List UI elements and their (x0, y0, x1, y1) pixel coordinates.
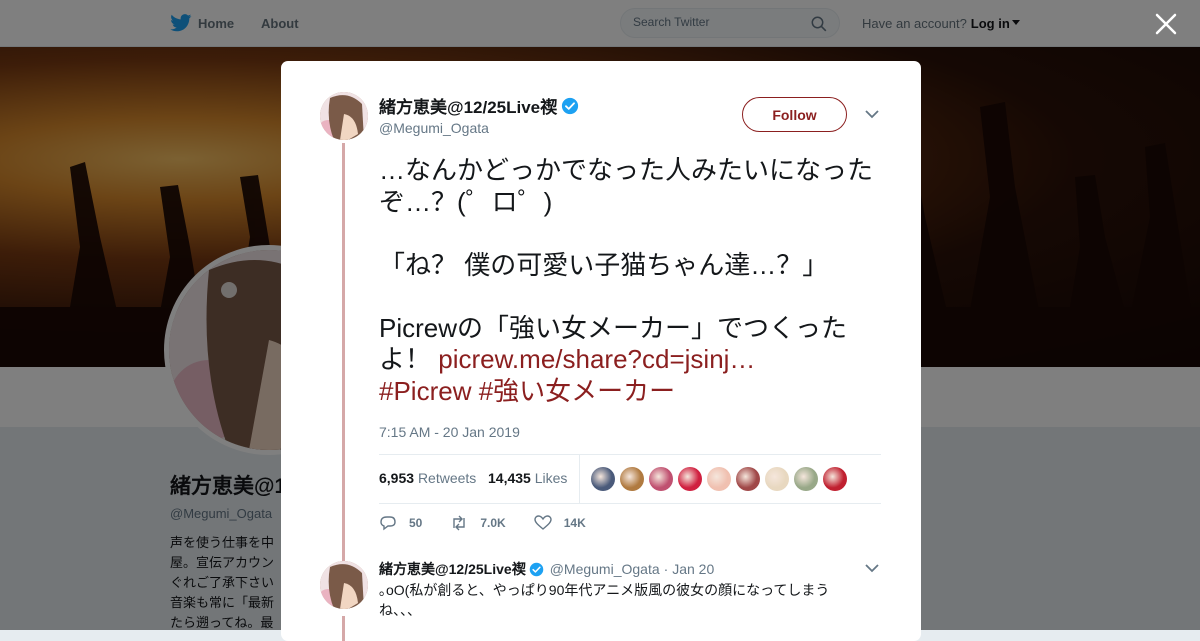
reply-date[interactable]: · Jan 20 (664, 561, 715, 577)
like-count: 14K (563, 516, 586, 530)
retweets-label: Retweets (417, 470, 477, 486)
chevron-down-icon[interactable] (865, 563, 879, 573)
author-handle[interactable]: @Megumi_Ogata (379, 120, 489, 136)
retweets-stat[interactable]: 6,953 Retweets (379, 470, 476, 486)
likes-count: 14,435 (488, 470, 531, 486)
reply-author-name[interactable]: 緒方恵美@12/25Live禊 (379, 559, 526, 579)
liker-avatar[interactable] (707, 467, 731, 491)
author-avatar[interactable] (320, 92, 368, 140)
tweet-timestamp[interactable]: 7:15 AM - 20 Jan 2019 (379, 424, 520, 440)
retweet-button[interactable]: 7.0K (450, 515, 506, 531)
retweets-count: 6,953 (379, 470, 415, 486)
tweet-actions: 50 7.0K 14K (379, 513, 614, 533)
reply-header: 緒方恵美@12/25Live禊 @Megumi_Ogata · Jan 20 (379, 559, 714, 579)
heart-icon (534, 515, 552, 530)
chevron-down-icon[interactable] (865, 109, 879, 119)
author-name-label: 緒方恵美@12/25Live禊 (379, 98, 558, 117)
reply-icon (380, 516, 396, 531)
tweet-hashtags[interactable]: #Picrew #強い女メーカー (379, 376, 675, 406)
liker-avatars (591, 467, 852, 491)
thread-line (342, 616, 345, 641)
liker-avatar[interactable] (765, 467, 789, 491)
stats-divider (579, 455, 580, 503)
liker-avatar[interactable] (620, 467, 644, 491)
liker-avatar[interactable] (591, 467, 615, 491)
liker-avatar[interactable] (736, 467, 760, 491)
liker-avatar[interactable] (678, 467, 702, 491)
verified-badge-icon (529, 562, 543, 576)
reply-text: ｡oO(私が創ると、やっぱり90年代アニメ版風の彼女の顔になってしまうね、、、 (379, 582, 830, 618)
verified-badge-icon (562, 97, 579, 114)
close-icon[interactable] (1154, 12, 1178, 36)
liker-avatar[interactable] (794, 467, 818, 491)
likes-stat[interactable]: 14,435 Likes (488, 470, 567, 486)
tweet-stats: 6,953 Retweets 14,435 Likes (379, 454, 881, 504)
likes-label: Likes (534, 470, 568, 486)
liker-avatar[interactable] (823, 467, 847, 491)
like-button[interactable]: 14K (534, 515, 586, 531)
tweet-body: …なんかどっかでなった人みたいになったぞ…？(゜ロ゜) 「ね？ 僕の可愛い子猫ち… (379, 155, 874, 374)
tweet-link[interactable]: picrew.me/share?cd=jsinj… (438, 344, 755, 374)
tweet-modal: 緒方恵美@12/25Live禊 @Megumi_Ogata Follow …なん… (281, 61, 921, 641)
reply-count: 50 (409, 516, 423, 530)
avatar-illustration (320, 92, 368, 140)
reply-author-avatar[interactable] (320, 561, 368, 609)
retweet-icon (453, 515, 466, 531)
retweet-count: 7.0K (480, 516, 506, 530)
avatar-illustration (320, 561, 368, 609)
follow-button[interactable]: Follow (742, 97, 847, 132)
tweet-text: …なんかどっかでなった人みたいになったぞ…？(゜ロ゜) 「ね？ 僕の可愛い子猫ち… (379, 155, 891, 407)
liker-avatar[interactable] (649, 467, 673, 491)
reply-author-handle[interactable]: @Megumi_Ogata (550, 561, 660, 577)
thread-line (342, 143, 345, 563)
author-name[interactable]: 緒方恵美@12/25Live禊 (379, 93, 579, 118)
reply-button[interactable]: 50 (379, 515, 422, 531)
